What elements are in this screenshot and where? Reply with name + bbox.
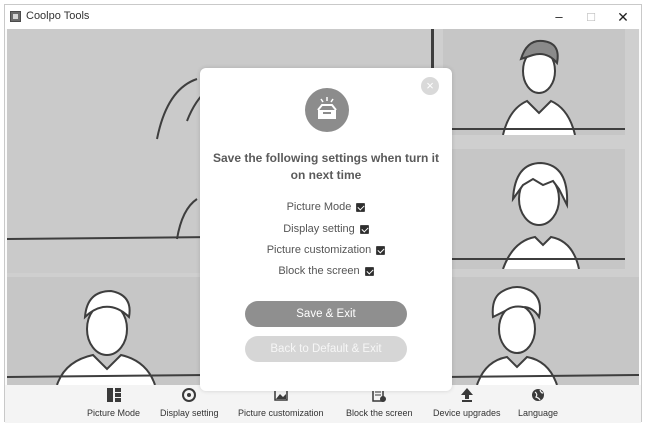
checkbox-checked[interactable] (364, 266, 374, 276)
layout-icon (87, 388, 140, 404)
toolbar-label: Display setting (160, 408, 219, 418)
video-tile-bottom-right (443, 277, 639, 385)
participant-illustration (7, 289, 207, 385)
toolbar-picture-customization[interactable]: Picture customization (238, 388, 324, 418)
save-and-exit-button[interactable]: Save & Exit (245, 301, 407, 327)
option-label: Picture customization (266, 244, 372, 257)
checkbox-checked[interactable] (376, 245, 386, 255)
toolbar-label: Language (518, 408, 559, 418)
save-box-icon (305, 88, 349, 132)
close-window-button[interactable]: ✕ (609, 7, 637, 27)
toolbar-device-upgrades[interactable]: Device upgrades (433, 388, 501, 418)
title-bar: Coolpo Tools – □ ✕ (5, 5, 641, 29)
option-picture-customization[interactable]: Picture customization (200, 244, 452, 256)
toolbar-language[interactable]: Language (518, 388, 558, 418)
checkbox-checked[interactable] (356, 202, 366, 212)
option-picture-mode[interactable]: Picture Mode (200, 201, 452, 213)
video-tile-middle-right (443, 149, 625, 269)
toolbar-label: Picture customization (238, 408, 324, 418)
app-logo-icon (10, 11, 21, 22)
option-display-setting[interactable]: Display setting (200, 223, 452, 235)
toolbar-display-setting[interactable]: Display setting (160, 388, 219, 418)
checkbox-checked[interactable] (359, 224, 369, 234)
option-block-the-screen[interactable]: Block the screen (200, 265, 452, 277)
participant-illustration (443, 286, 639, 385)
back-to-default-button[interactable]: Back to Default & Exit (245, 336, 407, 362)
maximize-button[interactable]: □ (577, 7, 605, 27)
toolbar-block-the-screen[interactable]: Block the screen (346, 388, 413, 418)
option-label: Display setting (283, 223, 355, 236)
globe-icon (518, 388, 558, 404)
participant-illustration (443, 39, 625, 135)
dialog-close-button[interactable]: × (421, 77, 439, 95)
toolbar-label: Block the screen (346, 408, 413, 418)
option-label: Picture Mode (286, 201, 352, 214)
dialog-heading: Save the following settings when turn it… (212, 151, 439, 182)
window-title: Coolpo Tools (26, 10, 90, 22)
toolbar-label: Picture Mode (87, 408, 141, 418)
toolbar-picture-mode[interactable]: Picture Mode (87, 388, 140, 418)
app-window: Coolpo Tools – □ ✕ Picture Mode Display … (4, 4, 642, 423)
option-label: Block the screen (278, 265, 360, 278)
toolbar-label: Device upgrades (433, 408, 501, 418)
video-tile-top-right (443, 29, 625, 135)
save-settings-dialog: × Save the following settings when turn … (200, 68, 452, 391)
minimize-button[interactable]: – (545, 7, 573, 27)
video-tile-bottom-left (7, 277, 207, 385)
participant-illustration (443, 161, 625, 269)
